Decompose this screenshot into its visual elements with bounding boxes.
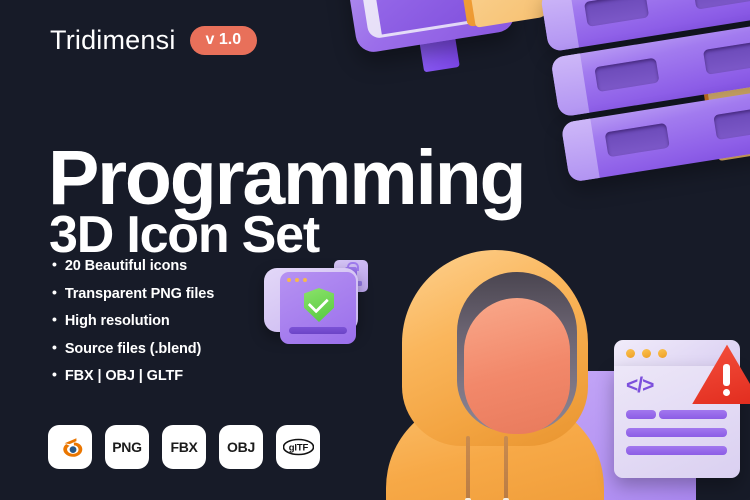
server-slot bbox=[692, 0, 750, 10]
faceless-head bbox=[464, 298, 570, 434]
gltf-logo-icon: glTF bbox=[282, 436, 314, 458]
server-slot bbox=[584, 0, 650, 27]
window-dot bbox=[658, 348, 667, 358]
feature-label: High resolution bbox=[64, 313, 170, 329]
browser-dot bbox=[295, 278, 299, 282]
feature-list: • 20 Beautiful icons • Transparent PNG f… bbox=[52, 256, 215, 396]
format-badge-blender bbox=[48, 425, 92, 469]
feature-label: 20 Beautiful icons bbox=[64, 258, 188, 274]
feature-label: Transparent PNG files bbox=[64, 285, 215, 302]
list-item: • 20 Beautiful icons bbox=[52, 256, 214, 274]
format-badge-gltf: glTF bbox=[276, 425, 320, 469]
window-dot bbox=[642, 348, 651, 358]
server-slot bbox=[702, 40, 750, 75]
browser-dot bbox=[303, 278, 307, 282]
feature-label: FBX | OBJ | GLTF bbox=[64, 368, 184, 384]
fbx-format-label: FBX bbox=[170, 439, 198, 455]
format-badge-png: PNG bbox=[105, 425, 149, 469]
code-line bbox=[626, 428, 727, 437]
security-shield-browser-3d-icon bbox=[262, 250, 372, 350]
list-item: • Transparent PNG files bbox=[52, 283, 215, 302]
browser-dot bbox=[287, 278, 291, 282]
stacked-server-bars-3d-icon bbox=[539, 0, 750, 222]
bullet-icon: • bbox=[52, 256, 57, 272]
server-slot bbox=[594, 57, 660, 93]
version-badge: v 1.0 bbox=[189, 26, 258, 55]
brand-name: Tridimensi bbox=[50, 25, 176, 55]
security-browser-window bbox=[280, 272, 356, 344]
svg-text:glTF: glTF bbox=[288, 443, 308, 454]
code-line bbox=[626, 410, 656, 419]
exclamation-dot bbox=[723, 389, 730, 396]
list-item: • FBX | OBJ | GLTF bbox=[52, 366, 214, 384]
page-subtitle: 3D Icon Set bbox=[49, 206, 320, 265]
server-slot bbox=[713, 105, 750, 141]
poster-canvas: </> Tridimensi v 1.0 Programming 3D Icon… bbox=[0, 0, 750, 500]
checkmark-icon bbox=[307, 292, 329, 314]
format-badge-fbx: FBX bbox=[162, 425, 206, 469]
bullet-icon: • bbox=[52, 283, 57, 300]
hoodie-drawstring bbox=[504, 436, 508, 500]
browser-traffic-lights bbox=[287, 278, 307, 282]
exclamation-stem bbox=[723, 364, 730, 386]
brand-row: Tridimensi v 1.0 bbox=[50, 25, 258, 55]
server-slot bbox=[604, 122, 670, 158]
hooded-hacker-figure-3d-icon bbox=[380, 250, 610, 500]
bullet-icon: • bbox=[52, 311, 57, 327]
code-line bbox=[626, 446, 727, 455]
page-title: Programming bbox=[48, 134, 527, 221]
browser-content-strip bbox=[289, 327, 347, 334]
format-badge-obj: OBJ bbox=[219, 425, 263, 469]
security-monitor-base bbox=[264, 268, 358, 344]
blender-logo-icon bbox=[57, 434, 84, 461]
obj-format-label: OBJ bbox=[227, 439, 255, 455]
shield-icon bbox=[304, 288, 334, 322]
format-badges: PNG FBX OBJ glTF bbox=[48, 425, 320, 469]
feature-label: Source files (.blend) bbox=[64, 340, 202, 357]
list-item: • High resolution bbox=[52, 311, 214, 329]
list-item: • Source files (.blend) bbox=[52, 338, 214, 357]
bullet-icon: • bbox=[52, 338, 57, 355]
code-line bbox=[659, 410, 727, 419]
png-format-label: PNG bbox=[112, 439, 142, 455]
bullet-icon: • bbox=[52, 366, 57, 382]
hoodie-drawstring bbox=[466, 436, 470, 500]
window-dot bbox=[626, 348, 635, 358]
monitor-with-folder-3d-icon bbox=[341, 0, 552, 94]
code-tag-icon: </> bbox=[626, 374, 654, 397]
code-window-with-warning-3d-icon: </> bbox=[614, 340, 750, 500]
hoodie-hood bbox=[402, 250, 588, 446]
